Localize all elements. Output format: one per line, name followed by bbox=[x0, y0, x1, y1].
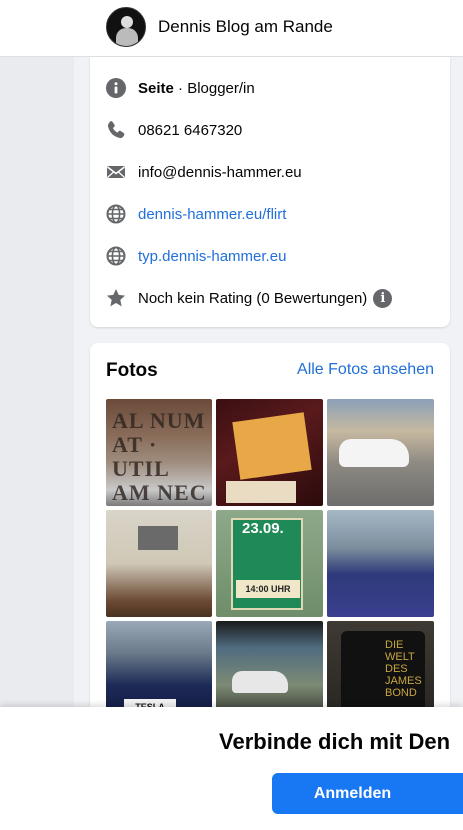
photo-text: DIE WELT DES JAMES BOND bbox=[385, 639, 422, 699]
top-bar: Dennis Blog am Rande bbox=[0, 0, 463, 57]
phone-icon bbox=[106, 120, 126, 140]
page-name[interactable]: Dennis Blog am Rande bbox=[158, 17, 333, 37]
globe-icon bbox=[106, 204, 126, 224]
left-column bbox=[0, 57, 74, 707]
rating-info-icon[interactable]: i bbox=[373, 288, 393, 308]
photo-thumbnail[interactable] bbox=[327, 510, 434, 617]
page-avatar[interactable] bbox=[106, 7, 146, 47]
see-all-photos-link[interactable]: Alle Fotos ansehen bbox=[297, 361, 434, 379]
globe-icon bbox=[106, 246, 126, 266]
rating-row: Noch kein Rating (0 Bewertungen) i bbox=[106, 286, 393, 310]
email-address[interactable]: info@dennis-hammer.eu bbox=[138, 164, 302, 181]
photo-thumbnail[interactable] bbox=[106, 510, 212, 617]
photo-text: 14:00 UHR bbox=[236, 580, 300, 598]
photo-text: 23.09. bbox=[242, 520, 284, 537]
email-row: info@dennis-hammer.eu bbox=[106, 160, 302, 184]
photo-grid: AL NUM AT · UTIL AM NEC OMMINI 23.09. 14… bbox=[106, 399, 434, 728]
photos-card: Fotos Alle Fotos ansehen AL NUM AT · UTI… bbox=[90, 343, 450, 728]
intro-card: Seite · Blogger/in 08621 6467320 info@de… bbox=[90, 57, 450, 327]
photo-text: AL NUM AT · UTIL AM NEC OMMINI bbox=[112, 408, 209, 507]
rating-text: Noch kein Rating (0 Bewertungen) bbox=[138, 289, 368, 307]
login-prompt-sheet: Verbinde dich mit Den Anmelden bbox=[0, 707, 463, 830]
website-row-1: dennis-hammer.eu/flirt bbox=[106, 202, 286, 226]
category-row: Seite · Blogger/in bbox=[106, 76, 255, 100]
phone-number[interactable]: 08621 6467320 bbox=[138, 122, 242, 139]
photo-thumbnail[interactable] bbox=[327, 399, 434, 506]
photo-thumbnail[interactable]: AL NUM AT · UTIL AM NEC OMMINI bbox=[106, 399, 212, 506]
website-link-1[interactable]: dennis-hammer.eu/flirt bbox=[138, 206, 286, 223]
envelope-icon bbox=[106, 162, 126, 182]
info-circle-icon bbox=[106, 78, 126, 98]
website-row-2: typ.dennis-hammer.eu bbox=[106, 244, 286, 268]
photo-thumbnail[interactable] bbox=[216, 399, 323, 506]
photos-title: Fotos bbox=[106, 360, 158, 381]
connect-heading: Verbinde dich mit Den bbox=[219, 729, 451, 754]
star-icon bbox=[106, 288, 126, 308]
photo-thumbnail[interactable]: 23.09. 14:00 UHR bbox=[216, 510, 323, 617]
login-button[interactable]: Anmelden bbox=[272, 773, 463, 814]
website-link-2[interactable]: typ.dennis-hammer.eu bbox=[138, 248, 286, 265]
phone-row: 08621 6467320 bbox=[106, 118, 242, 142]
category-text: Seite · Blogger/in bbox=[138, 79, 255, 97]
